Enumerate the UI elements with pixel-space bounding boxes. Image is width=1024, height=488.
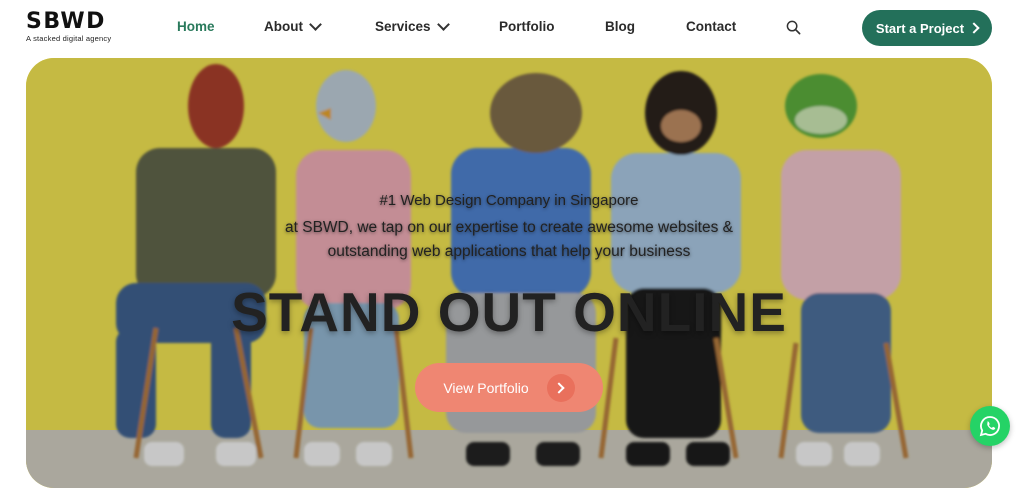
nav-portfolio-label: Portfolio: [499, 19, 555, 34]
nav-home-label: Home: [177, 19, 215, 34]
logo-tagline: A stacked digital agency: [26, 34, 112, 43]
site-header: SBWD A stacked digital agency Home About…: [0, 0, 1024, 58]
hero-subtitle: at SBWD, we tap on our expertise to crea…: [26, 216, 992, 264]
view-portfolio-button[interactable]: View Portfolio: [415, 363, 603, 412]
nav-portfolio[interactable]: Portfolio: [499, 19, 555, 34]
nav-services-label: Services: [375, 19, 431, 34]
nav-about[interactable]: About: [264, 18, 322, 34]
nav-services[interactable]: Services: [375, 18, 450, 34]
hero-subtitle-line-1: at SBWD, we tap on our expertise to crea…: [285, 219, 733, 236]
chevron-down-icon: [309, 18, 322, 31]
nav-contact-label: Contact: [686, 19, 737, 34]
chevron-right-icon: [553, 381, 565, 394]
nav-blog-label: Blog: [605, 19, 635, 34]
chevron-right-icon: [968, 22, 980, 34]
logo-wordmark: SBWD: [26, 9, 106, 34]
whatsapp-button[interactable]: [970, 406, 1010, 446]
hero-banner: #1 Web Design Company in Singapore at SB…: [26, 58, 992, 488]
start-project-label: Start a Project: [875, 20, 965, 36]
hero-headline: STAND OUT ONLINE: [231, 281, 787, 343]
search-icon[interactable]: [786, 20, 801, 35]
arrow-circle: [546, 373, 575, 402]
hero-subtitle-line-2: outstanding web applications that help y…: [327, 243, 691, 260]
nav-blog[interactable]: Blog: [605, 19, 635, 34]
hero-background-image: [26, 58, 992, 488]
hero-kicker: #1 Web Design Company in Singapore: [379, 192, 639, 209]
view-portfolio-label: View Portfolio: [443, 379, 529, 396]
chevron-down-icon: [436, 18, 450, 31]
whatsapp-icon: [979, 416, 1000, 437]
logo[interactable]: SBWD A stacked digital agency: [26, 9, 112, 44]
nav-about-label: About: [264, 19, 303, 34]
start-project-button[interactable]: Start a Project: [862, 10, 992, 46]
nav-home[interactable]: Home: [177, 19, 215, 34]
nav-contact[interactable]: Contact: [686, 19, 736, 34]
